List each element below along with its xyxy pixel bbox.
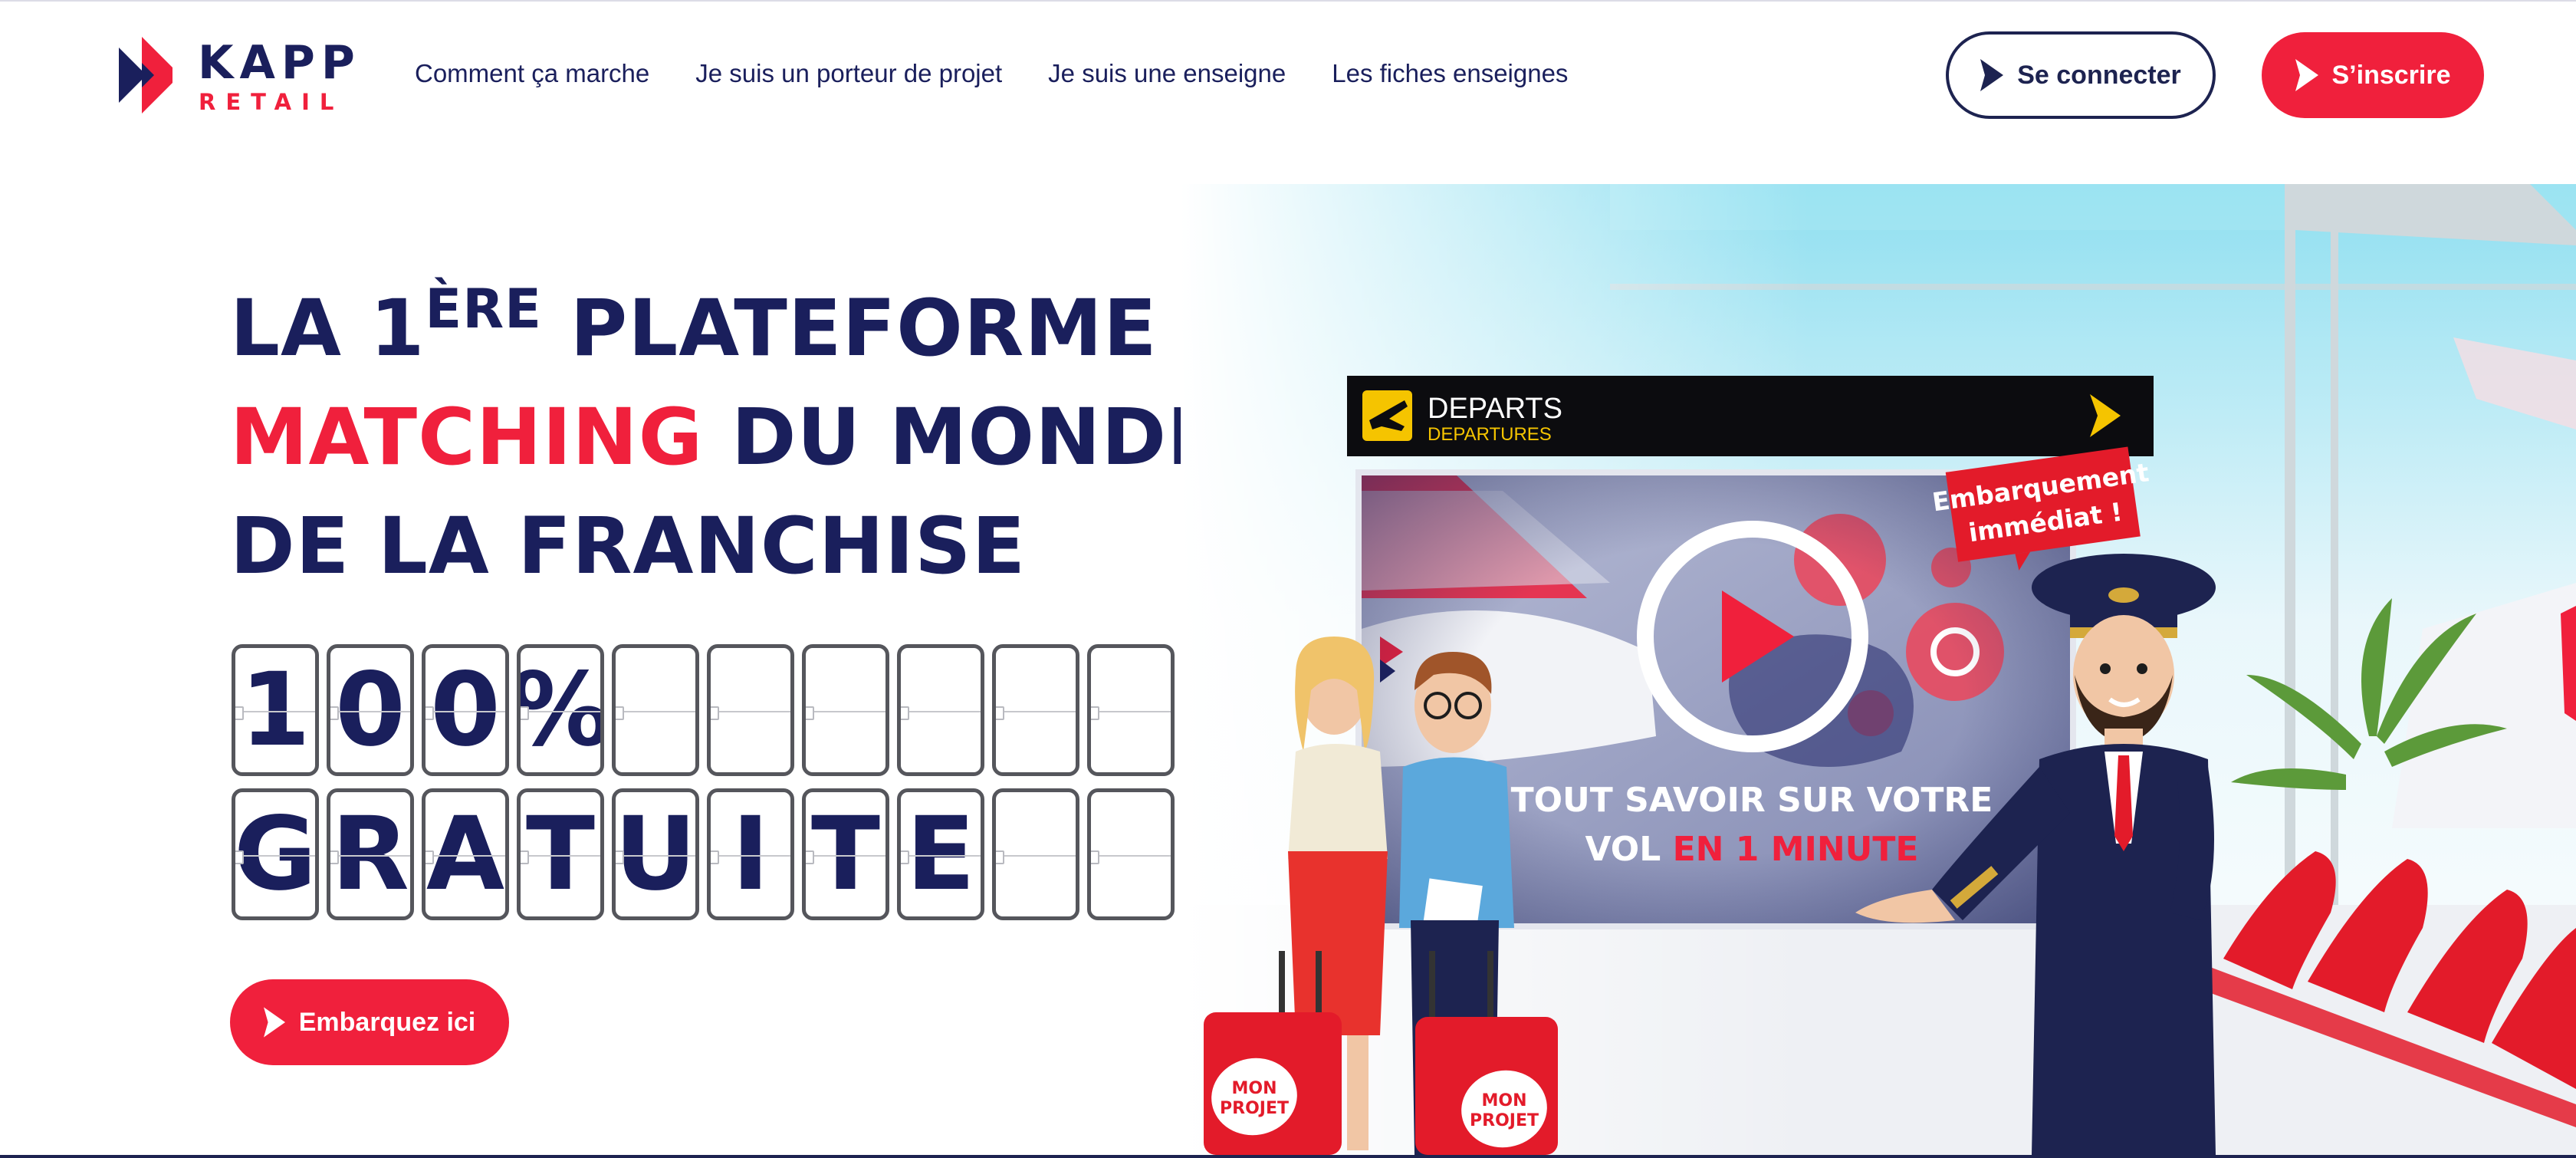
bottom-border xyxy=(0,1155,2576,1158)
flap-tile: 0 xyxy=(422,644,509,776)
embarquez-ici-button[interactable]: Embarquez ici xyxy=(230,979,509,1065)
flap-tile: I xyxy=(707,788,794,920)
nav-item-fiches-enseignes[interactable]: Les fiches enseignes xyxy=(1332,57,1568,90)
flap-tile xyxy=(1087,788,1175,920)
headline-superscript: ÈRE xyxy=(425,278,542,340)
departures-title: DEPARTS xyxy=(1428,393,1562,425)
headline-highlight: MATCHING xyxy=(230,392,704,483)
login-button[interactable]: Se connecter xyxy=(1946,31,2216,119)
flap-tile: A xyxy=(422,788,509,920)
arrow-right-icon xyxy=(2295,59,2318,91)
video-caption-line-1: TOUT SAVOIR SUR VOTRE xyxy=(1511,781,1993,820)
flap-tile: T xyxy=(802,788,889,920)
signup-button[interactable]: S’inscrire xyxy=(2262,32,2484,118)
airport-hero-illustration: DEPARTS DEPARTURES TOUT SAVOIR SUR VOTRE… xyxy=(1181,184,2576,1155)
nav-item-enseigne[interactable]: Je suis une enseigne xyxy=(1048,57,1286,90)
flap-tile: 0 xyxy=(327,644,414,776)
headline-line-1: LA 1ÈRE PLATEFORME DE xyxy=(230,275,1304,383)
nav-item-comment-ca-marche[interactable]: Comment ça marche xyxy=(415,57,649,90)
arrow-right-icon xyxy=(263,1007,285,1038)
login-label: Se connecter xyxy=(2017,60,2181,90)
flap-tile: G xyxy=(232,788,319,920)
suitcase-label-line-2: PROJET xyxy=(1470,1111,1539,1130)
flap-tile xyxy=(1087,644,1175,776)
flap-tile: % xyxy=(517,644,604,776)
kapp-retail-logo[interactable]: KAPP RETAIL xyxy=(119,35,364,120)
flap-tile xyxy=(802,644,889,776)
flap-tile xyxy=(612,644,699,776)
flap-tile: R xyxy=(327,788,414,920)
flap-tile: 1 xyxy=(232,644,319,776)
signup-label: S’inscrire xyxy=(2331,60,2451,90)
flap-tile xyxy=(897,644,984,776)
suitcase-label-line-1: MON xyxy=(1481,1091,1526,1110)
suitcase-label-line-1: MON xyxy=(1231,1079,1276,1098)
flap-tile xyxy=(707,644,794,776)
main-nav: Comment ça marche Je suis un porteur de … xyxy=(415,57,1568,90)
flap-tile: T xyxy=(517,788,604,920)
board-row-1: 1 0 0 % xyxy=(232,644,1175,776)
logo-text-retail: RETAIL xyxy=(199,89,344,115)
flap-tile: E xyxy=(897,788,984,920)
departures-board: DEPARTS DEPARTURES xyxy=(1347,376,2154,456)
headline-line-2: MATCHING DU MONDE ... xyxy=(230,383,1340,492)
suitcase-label-line-2: PROJET xyxy=(1220,1099,1289,1118)
cta-label: Embarquez ici xyxy=(298,1007,476,1037)
flap-tile: U xyxy=(612,788,699,920)
top-border xyxy=(0,0,2576,2)
flap-tile xyxy=(992,644,1079,776)
headline-text: LA 1 xyxy=(230,283,426,374)
flap-tile xyxy=(992,788,1079,920)
board-row-2: G R A T U I T E xyxy=(232,788,1175,920)
split-flap-board: 1 0 0 % G R A T U I T E xyxy=(232,644,1175,933)
arrow-right-icon xyxy=(1980,59,2004,91)
headline-line-3: DE LA FRANCHISE xyxy=(230,501,1027,592)
hero-headline: LA 1ÈRE PLATEFORME DE MATCHING DU MONDE … xyxy=(230,275,1340,601)
logo-mark-icon xyxy=(119,37,172,113)
video-caption-line-2: VOL EN 1 MINUTE xyxy=(1585,830,1919,869)
nav-item-porteur-de-projet[interactable]: Je suis un porteur de projet xyxy=(695,57,1002,90)
logo-text-kapp: KAPP xyxy=(198,36,361,90)
departures-subtitle: DEPARTURES xyxy=(1428,424,1552,445)
